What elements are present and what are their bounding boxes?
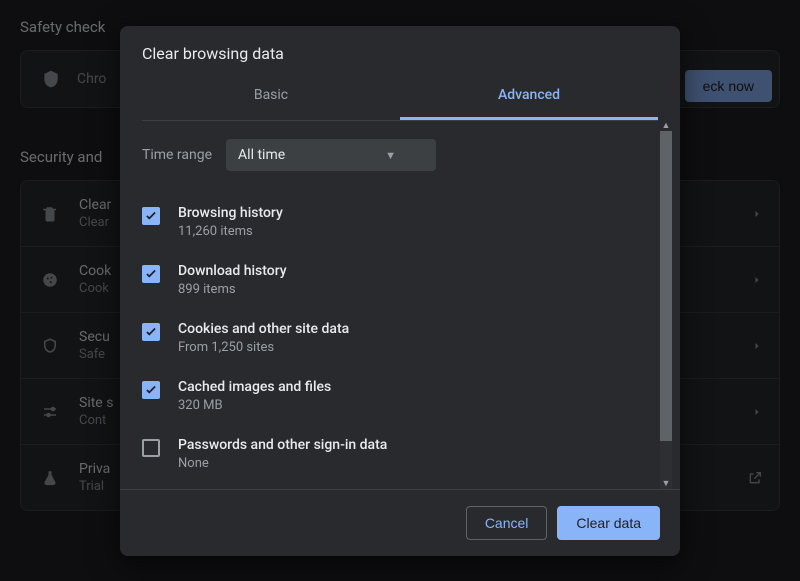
option-title: Browsing history	[178, 205, 283, 221]
clear-data-button[interactable]: Clear data	[557, 506, 660, 540]
checkbox-download-history[interactable]	[142, 265, 160, 283]
option-cookies[interactable]: Cookies and other site data From 1,250 s…	[142, 311, 658, 369]
checkbox-cache[interactable]	[142, 381, 160, 399]
dialog-title: Clear browsing data	[120, 26, 680, 69]
time-range-select[interactable]: All time ▼	[226, 139, 436, 171]
scrollbar-thumb[interactable]	[660, 131, 672, 441]
scroll-up-icon[interactable]: ▲	[660, 121, 672, 131]
option-autofill[interactable]: Auto-fill form data	[142, 485, 658, 489]
option-subtitle: From 1,250 sites	[178, 340, 349, 355]
option-browsing-history[interactable]: Browsing history 11,260 items	[142, 195, 658, 253]
time-range-label: Time range	[142, 147, 212, 163]
option-title: Passwords and other sign-in data	[178, 437, 387, 453]
option-download-history[interactable]: Download history 899 items	[142, 253, 658, 311]
clear-browsing-data-dialog: Clear browsing data Basic Advanced Time …	[120, 26, 680, 556]
checkbox-cookies[interactable]	[142, 323, 160, 341]
time-range-value: All time	[238, 147, 285, 163]
option-cache[interactable]: Cached images and files 320 MB	[142, 369, 658, 427]
option-subtitle: None	[178, 456, 387, 471]
option-passwords[interactable]: Passwords and other sign-in data None	[142, 427, 658, 485]
tab-basic[interactable]: Basic	[142, 75, 400, 120]
scroll-down-icon[interactable]: ▼	[660, 479, 672, 489]
dialog-body: Time range All time ▼ Browsing history 1…	[142, 121, 672, 489]
cancel-button[interactable]: Cancel	[466, 506, 548, 540]
caret-down-icon: ▼	[385, 149, 396, 162]
checkbox-passwords[interactable]	[142, 439, 160, 457]
option-subtitle: 899 items	[178, 282, 287, 297]
option-subtitle: 320 MB	[178, 398, 331, 413]
option-title: Cookies and other site data	[178, 321, 349, 337]
option-subtitle: 11,260 items	[178, 224, 283, 239]
tab-advanced[interactable]: Advanced	[400, 75, 658, 120]
dialog-footer: Cancel Clear data	[120, 489, 680, 556]
dialog-tabs: Basic Advanced	[142, 75, 658, 121]
time-range-row: Time range All time ▼	[142, 139, 658, 171]
option-title: Download history	[178, 263, 287, 279]
checkbox-browsing-history[interactable]	[142, 207, 160, 225]
option-title: Cached images and files	[178, 379, 331, 395]
